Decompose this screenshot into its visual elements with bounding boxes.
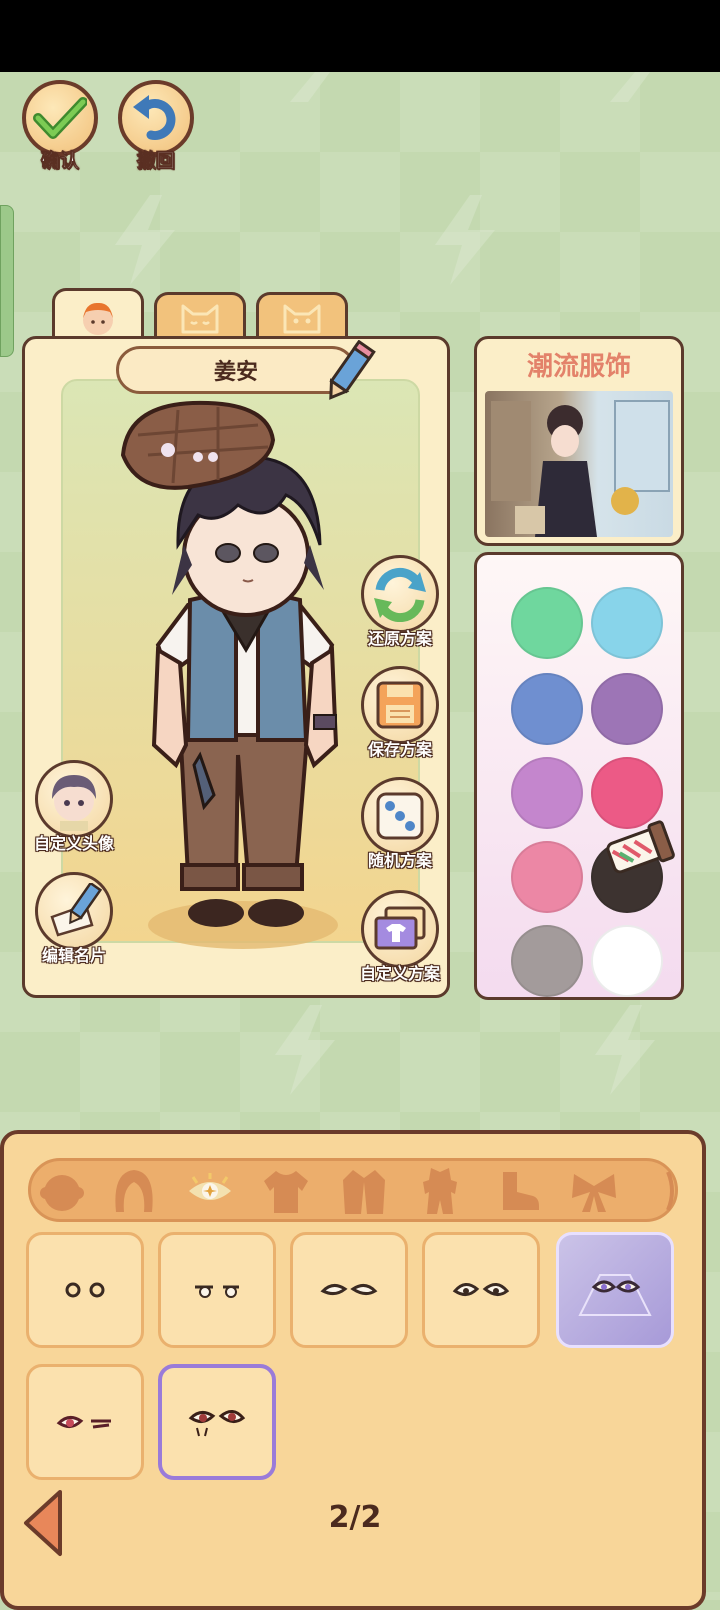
random-outfit-button[interactable]: 随机方案 xyxy=(352,777,448,871)
category-scroll-indicator-icon xyxy=(666,1171,674,1211)
custom-avatar-label: 自定义头像 xyxy=(33,834,114,853)
eye-style-item-6[interactable] xyxy=(26,1364,144,1480)
lightning-icon xyxy=(610,72,650,102)
eye-style-wink-icon xyxy=(56,1416,111,1429)
avatar-portrait-icon xyxy=(52,775,96,831)
category-hair[interactable] xyxy=(106,1163,162,1219)
hair-icon xyxy=(115,1170,153,1212)
cat-face-icon xyxy=(283,304,321,333)
color-swatch-blue[interactable] xyxy=(511,673,583,745)
save-outfit-button[interactable]: 保存方案 xyxy=(352,666,448,760)
category-dress[interactable] xyxy=(412,1163,468,1219)
random-outfit-label: 随机方案 xyxy=(367,851,432,870)
eye-style-tearful-icon xyxy=(188,1410,246,1437)
edit-card-label: 编辑名片 xyxy=(41,946,106,965)
dice-icon xyxy=(376,792,424,840)
lightning-icon xyxy=(435,195,495,285)
eye-style-item-3[interactable] xyxy=(290,1232,408,1348)
color-swatch-purple[interactable] xyxy=(591,673,663,745)
confirm-label: 确认 xyxy=(40,150,80,173)
category-face[interactable] xyxy=(34,1163,90,1219)
lightning-icon xyxy=(275,1005,335,1095)
dress-icon xyxy=(423,1168,457,1214)
category-coat[interactable] xyxy=(336,1163,392,1219)
confirm-button[interactable]: 确认 xyxy=(18,80,102,173)
tab-pet-1[interactable] xyxy=(154,292,246,342)
checkmark-icon xyxy=(33,97,87,139)
undo-button[interactable]: 撤回 xyxy=(114,80,198,173)
edit-card-button[interactable]: 编辑名片 xyxy=(26,872,122,966)
trend-fashion-title: 潮流服饰 xyxy=(526,351,631,382)
color-swatch-orchid[interactable] xyxy=(511,757,583,829)
color-swatch-green[interactable] xyxy=(511,587,583,659)
custom-avatar-button[interactable]: 自定义头像 xyxy=(26,760,122,854)
lightning-icon xyxy=(290,72,330,102)
character-avatar-illustration xyxy=(120,400,339,949)
eye-style-item-7[interactable] xyxy=(158,1364,276,1480)
top-icon xyxy=(264,1171,308,1213)
status-bar xyxy=(0,0,720,72)
floppy-disk-icon xyxy=(376,681,424,729)
restore-outfit-button[interactable]: 还原方案 xyxy=(352,555,448,649)
previous-page-icon[interactable] xyxy=(20,1488,66,1558)
eye-style-item-4[interactable] xyxy=(422,1232,540,1348)
cat-face-icon xyxy=(181,304,219,333)
eye-style-lashed-icon xyxy=(452,1283,510,1296)
character-name: 姜安 xyxy=(213,360,258,385)
bow-icon xyxy=(572,1174,616,1212)
human-face-icon xyxy=(83,302,113,335)
eyes-icon xyxy=(189,1173,231,1200)
category-eyes[interactable] xyxy=(182,1163,238,1219)
category-top[interactable] xyxy=(258,1163,314,1219)
character-name-bar[interactable]: 姜安 xyxy=(116,346,356,394)
eye-style-item-1[interactable] xyxy=(26,1232,144,1348)
undo-label: 撤回 xyxy=(136,150,176,173)
category-shoes[interactable] xyxy=(490,1163,546,1219)
eye-style-item-5[interactable] xyxy=(556,1232,674,1348)
custom-outfit-label: 自定义方案 xyxy=(359,964,440,983)
custom-outfit-button[interactable]: 自定义方案 xyxy=(352,890,448,984)
color-swatch-sky-blue[interactable] xyxy=(591,587,663,659)
shoes-icon xyxy=(503,1172,539,1210)
tab-pet-2[interactable] xyxy=(256,292,348,342)
eye-style-item-2[interactable] xyxy=(158,1232,276,1348)
save-outfit-label: 保存方案 xyxy=(367,740,432,759)
eye-style-almond-icon xyxy=(320,1284,378,1296)
trend-fashion-panel[interactable]: 潮流服饰 xyxy=(474,336,684,546)
trend-fashion-preview xyxy=(485,391,673,537)
side-drawer-handle[interactable] xyxy=(0,205,14,357)
face-icon xyxy=(40,1175,84,1211)
fashion-model-illustration xyxy=(491,400,670,537)
category-accessories[interactable] xyxy=(566,1163,622,1219)
edit-card-icon xyxy=(50,883,102,937)
eye-style-simple-icon xyxy=(195,1285,239,1298)
lightning-icon xyxy=(595,1005,655,1095)
restore-outfit-label: 还原方案 xyxy=(367,629,432,648)
color-swatch-white[interactable] xyxy=(591,925,663,997)
color-palette-panel xyxy=(474,552,684,1000)
color-swatch-gray[interactable] xyxy=(511,925,583,997)
page-indicator: 2/2 xyxy=(328,1500,382,1535)
coat-icon xyxy=(343,1170,385,1214)
clothing-cards-icon xyxy=(374,906,426,950)
color-swatch-pink[interactable] xyxy=(511,841,583,913)
eye-style-dots-icon xyxy=(65,1282,105,1298)
undo-arrow-icon xyxy=(133,95,176,140)
lightning-icon xyxy=(115,195,175,285)
paint-brush-icon xyxy=(606,820,675,874)
refresh-arrows-icon xyxy=(374,567,426,622)
eye-style-sparkle-icon xyxy=(578,1274,652,1316)
